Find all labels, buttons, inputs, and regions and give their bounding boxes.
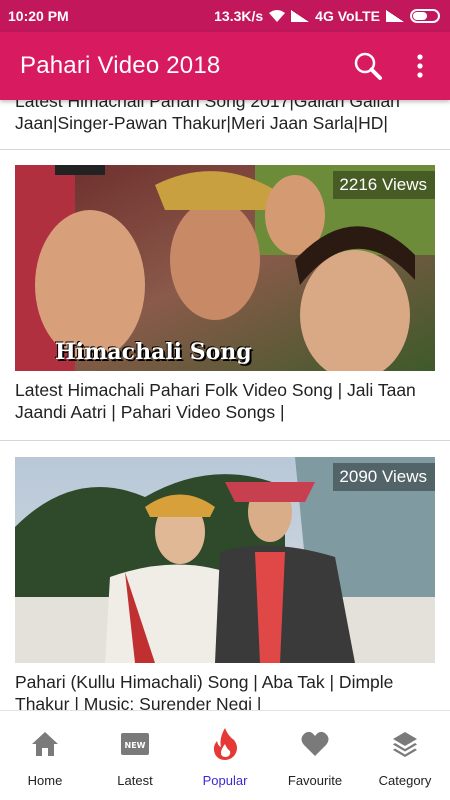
fire-icon	[210, 728, 240, 760]
nav-latest[interactable]: NEW Latest	[90, 711, 180, 800]
signal-icon	[291, 10, 310, 22]
video-card[interactable]: Himachali Song 2216 Views Latest Himacha…	[15, 165, 435, 423]
home-icon	[30, 729, 60, 759]
view-count: 2216 Views	[333, 171, 435, 199]
view-count: 2090 Views	[333, 463, 435, 491]
status-right: 13.3K/s 4G VoLTE	[214, 8, 440, 24]
layers-icon	[390, 729, 420, 759]
nav-label: Favourite	[287, 773, 343, 788]
video-thumbnail[interactable]: Himachali Song 2216 Views	[15, 165, 435, 371]
video-list[interactable]: Latest Himachali Pahari Song 2017|Gallan…	[0, 100, 450, 710]
status-bar: 10:20 PM 13.3K/s 4G VoLTE	[0, 0, 450, 32]
heart-icon	[300, 729, 330, 759]
video-title-partial[interactable]: Latest Himachali Pahari Song 2017|Gallan…	[15, 100, 435, 134]
overflow-menu-button[interactable]	[398, 44, 442, 88]
video-thumbnail[interactable]: 2090 Views	[15, 457, 435, 663]
thumbnail-caption: Himachali Song	[55, 339, 252, 365]
bottom-navigation: Home NEW Latest Popular Favourite Catego…	[0, 710, 450, 800]
more-vert-icon	[417, 54, 423, 78]
search-button[interactable]	[346, 44, 390, 88]
nav-category[interactable]: Category	[360, 711, 450, 800]
list-divider	[0, 149, 450, 150]
nav-label: Home	[27, 773, 63, 788]
nav-label: Popular	[202, 773, 248, 788]
nav-home[interactable]: Home	[0, 711, 90, 800]
list-divider	[0, 440, 450, 441]
signal-icon-2	[386, 10, 404, 22]
video-title[interactable]: Pahari (Kullu Himachali) Song | Aba Tak …	[15, 671, 435, 710]
network-speed: 13.3K/s	[214, 8, 264, 24]
app-bar: Pahari Video 2018	[0, 32, 450, 100]
nav-label: Category	[378, 773, 432, 788]
video-title[interactable]: Latest Himachali Pahari Folk Video Song …	[15, 379, 435, 423]
battery-icon	[410, 9, 440, 23]
network-type: 4G VoLTE	[315, 8, 380, 24]
app-title: Pahari Video 2018	[20, 52, 221, 79]
video-card[interactable]: 2090 Views Pahari (Kullu Himachali) Song…	[15, 457, 435, 710]
nav-favourite[interactable]: Favourite	[270, 711, 360, 800]
nav-popular[interactable]: Popular	[180, 711, 270, 800]
nav-label: Latest	[117, 773, 153, 788]
search-icon	[354, 52, 382, 80]
svg-text:NEW: NEW	[125, 741, 146, 750]
wifi-icon	[269, 10, 286, 22]
status-time: 10:20 PM	[8, 8, 69, 24]
new-badge-icon: NEW	[120, 729, 150, 759]
